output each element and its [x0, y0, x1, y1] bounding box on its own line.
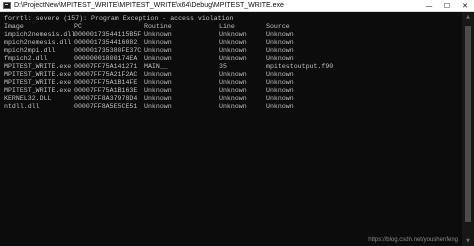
row-source: Unknown — [266, 87, 294, 94]
header-line: Line — [219, 23, 235, 30]
console-app-icon — [3, 2, 11, 9]
error-message: forrtl: severe (157): Program Exception … — [4, 15, 234, 22]
row-source: Unknown — [266, 31, 294, 38]
row-source: mpitestoutput.f90 — [266, 63, 334, 70]
row-image: fmpich2.dll — [4, 55, 48, 62]
row-pc: 00007FF8A37978D4 — [74, 95, 138, 102]
title-bar[interactable]: D:\ProjectNew\MPITEST_WRITE\MPITEST_WRIT… — [0, 0, 474, 12]
traceback-row: MPITEST_WRITE.exe 00007FF75A1B163E Unkno… — [4, 87, 460, 95]
row-pc: 000001735380FE37C — [74, 47, 142, 54]
traceback-row: ntdll.dll 00007FF8A5E5CE51 Unknown Unkno… — [4, 103, 460, 111]
row-routine: Unknown — [144, 47, 172, 54]
traceback-row: impich2nemesis.dll 00000173544115B5F Unk… — [4, 31, 460, 39]
row-image: ntdll.dll — [4, 103, 40, 110]
row-routine: Unknown — [144, 31, 172, 38]
row-pc: 00007FF75A141271 — [74, 63, 138, 70]
row-line: 35 — [219, 63, 227, 70]
header-routine: Routine — [144, 23, 172, 30]
traceback-row: mpich2mpi.dll 000001735380FE37C Unknown … — [4, 47, 460, 55]
row-routine: Unknown — [144, 95, 172, 102]
row-pc: 00007FF75A1B163E — [74, 87, 138, 94]
row-line: Unknown — [219, 31, 247, 38]
console-window: D:\ProjectNew\MPITEST_WRITE\MPITEST_WRIT… — [0, 0, 474, 246]
traceback-row: MPITEST_WRITE.exe 00007FF75A1B14FE Unkno… — [4, 79, 460, 87]
minimize-button[interactable]: — — [420, 0, 438, 12]
row-image: MPITEST_WRITE.exe — [4, 79, 72, 86]
row-line: Unknown — [219, 79, 247, 86]
row-routine: Unknown — [144, 79, 172, 86]
console-output[interactable]: forrtl: severe (157): Program Exception … — [0, 12, 462, 246]
row-pc: 00000001800174EA — [74, 55, 138, 62]
traceback-row: KERNEL32.DLL 00007FF8A37978D4 Unknown Un… — [4, 95, 460, 103]
row-image: KERNEL32.DLL — [4, 95, 52, 102]
row-image: MPITEST_WRITE.exe — [4, 87, 72, 94]
scroll-thumb[interactable] — [465, 26, 471, 222]
header-image: Image — [4, 23, 24, 30]
maximize-button[interactable]: ☐ — [438, 0, 456, 12]
scroll-up-arrow-icon[interactable]: ▲ — [462, 12, 474, 22]
traceback-row: fmpich2.dll 00000001800174EA Unknown Unk… — [4, 55, 460, 63]
watermark-url: https://blog.csdn.net/youshenfeng — [368, 237, 458, 243]
row-pc: 00007FF75A21F2AC — [74, 71, 138, 78]
row-line: Unknown — [219, 71, 247, 78]
traceback-header-row: Image PC Routine Line Source — [4, 23, 460, 31]
traceback-row: mpich2nemesis.dll 0000017354416082 Unkno… — [4, 39, 460, 47]
traceback-row: MPITEST_WRITE.exe 00007FF75A21F2AC Unkno… — [4, 71, 460, 79]
window-controls: — ☐ ✕ — [420, 0, 474, 12]
row-routine: Unknown — [144, 103, 172, 110]
row-source: Unknown — [266, 55, 294, 62]
row-line: Unknown — [219, 87, 247, 94]
row-source: Unknown — [266, 95, 294, 102]
row-source: Unknown — [266, 79, 294, 86]
row-source: Unknown — [266, 47, 294, 54]
row-pc: 00000173544115B5F — [74, 31, 142, 38]
row-image: impich2nemesis.dll — [4, 31, 76, 38]
row-routine: Unknown — [144, 55, 172, 62]
scroll-down-arrow-icon[interactable]: ▼ — [462, 236, 474, 246]
row-image: mpich2nemesis.dll — [4, 39, 72, 46]
traceback-row: MPITEST_WRITE.exe 00007FF75A141271 MAIN_… — [4, 63, 460, 71]
row-source: Unknown — [266, 39, 294, 46]
row-line: Unknown — [219, 39, 247, 46]
row-pc: 00007FF75A1B14FE — [74, 79, 138, 86]
row-routine: MAIN__ — [144, 63, 168, 70]
row-image: MPITEST_WRITE.exe — [4, 63, 72, 70]
window-title: D:\ProjectNew\MPITEST_WRITE\MPITEST_WRIT… — [14, 1, 284, 9]
header-source: Source — [266, 23, 290, 30]
row-routine: Unknown — [144, 87, 172, 94]
row-image: MPITEST_WRITE.exe — [4, 71, 72, 78]
row-pc: 00007FF8A5E5CE51 — [74, 103, 138, 110]
row-source: Unknown — [266, 71, 294, 78]
row-image: mpich2mpi.dll — [4, 47, 56, 54]
row-line: Unknown — [219, 103, 247, 110]
row-pc: 0000017354416082 — [74, 39, 138, 46]
error-message-line: forrtl: severe (157): Program Exception … — [4, 15, 460, 23]
header-pc: PC — [74, 23, 82, 30]
vertical-scrollbar[interactable]: ▲ ▼ — [462, 12, 474, 246]
row-line: Unknown — [219, 47, 247, 54]
close-button[interactable]: ✕ — [456, 0, 474, 12]
row-routine: Unknown — [144, 71, 172, 78]
row-line: Unknown — [219, 55, 247, 62]
row-routine: Unknown — [144, 39, 172, 46]
row-source: Unknown — [266, 103, 294, 110]
row-line: Unknown — [219, 95, 247, 102]
